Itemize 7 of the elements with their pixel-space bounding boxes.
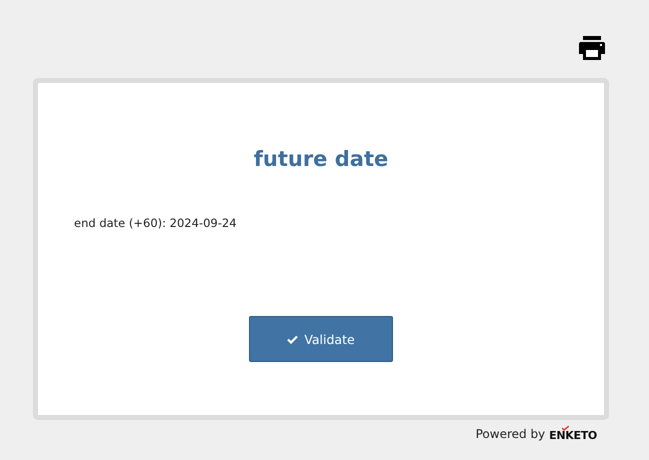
brand-logo[interactable]: ENKETO: [549, 426, 597, 442]
powered-by-text: Powered by: [476, 427, 546, 441]
form-title: future date: [254, 147, 388, 171]
check-icon: [287, 334, 298, 344]
note-text: end date (+60): 2024-09-24: [74, 216, 237, 230]
print-icon[interactable]: [579, 36, 605, 60]
validate-button[interactable]: Validate: [249, 316, 393, 362]
